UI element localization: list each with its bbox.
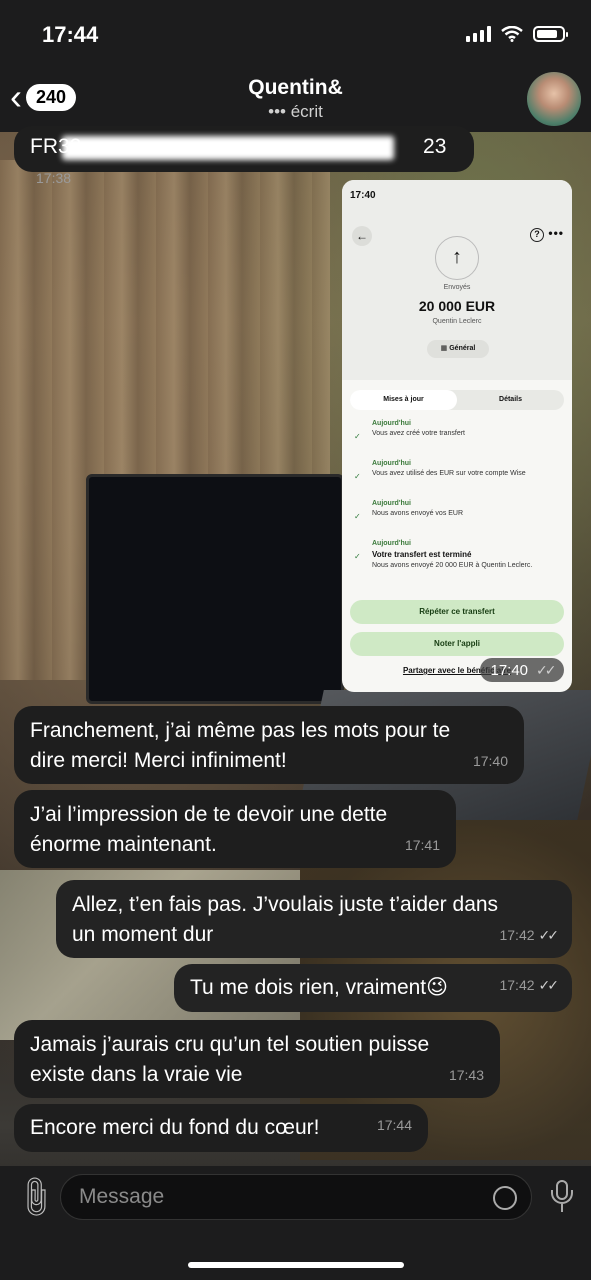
message-time: 17:40: [490, 661, 529, 679]
message-text-line: existe dans la vraie vie: [30, 1063, 243, 1086]
step-text: Vous avez utilisé des EUR sur votre comp…: [372, 470, 526, 477]
timeline-step: ✓ Aujourd'hui Nous avons envoyé vos EUR: [354, 500, 562, 540]
image-meta: 17:40 ✓✓: [480, 658, 564, 682]
contact-name: Quentin&: [248, 76, 343, 99]
home-indicator: [188, 1262, 404, 1268]
step-text: Vous avez créé votre transfert: [372, 430, 465, 437]
microphone-icon[interactable]: [551, 1180, 573, 1212]
status-time: 17:44: [42, 22, 99, 47]
paperclip-icon[interactable]: 📎︎: [9, 1172, 61, 1224]
message-text-line: dire merci! Merci infiniment!: [30, 749, 287, 772]
step-subtext: Nous avons envoyé 20 000 EUR à Quentin L…: [372, 562, 533, 569]
message-bubble[interactable]: Tu me dois rien, vraiment😉 17:42 ✓✓: [174, 964, 572, 1012]
rate-app-button: Noter l'appli: [350, 632, 564, 656]
tab-updates: Mises à jour: [350, 390, 457, 410]
message-time: 17:43: [448, 1067, 484, 1083]
message-bubble[interactable]: Franchement, j’ai même pas les mots pour…: [14, 706, 524, 784]
message-meta: 17:42 ✓✓: [499, 970, 560, 1000]
message-text-line: J’ai l’impression de te devoir une dette: [30, 803, 388, 826]
chat-header: ‹ 240 Quentin& ••• écrit: [0, 70, 591, 132]
message-time: 17:44: [376, 1117, 412, 1133]
timeline-step: ✓ Aujourd'hui Votre transfert est termin…: [354, 540, 562, 592]
status-icons: [466, 26, 568, 42]
transfer-status-label: Envoyés: [443, 284, 471, 291]
step-text: Votre transfert est terminé: [372, 550, 472, 559]
more-icon: •••: [548, 226, 564, 240]
transfer-amount: 20 000 EUR: [418, 298, 496, 314]
message-text-line: Franchement, j’ai même pas les mots pour…: [30, 719, 451, 742]
repeat-transfer-button: Répéter ce transfert: [350, 600, 564, 624]
message-text-line: énorme maintenant.: [30, 833, 217, 856]
message-bubble[interactable]: Allez, t’en fais pas. J’voulais juste t’…: [56, 880, 572, 958]
message-text-line: Jamais j’aurais cru qu’un tel soutien pu…: [30, 1033, 430, 1056]
message-bubble[interactable]: Jamais j’aurais cru qu’un tel soutien pu…: [14, 1020, 500, 1098]
battery-icon: [533, 26, 568, 42]
transfer-screenshot-image[interactable]: 17:40 ← ? ••• ↑ Envoyés 20 000 EUR Quent…: [342, 180, 572, 692]
transfer-recipient: Quentin Leclerc: [432, 318, 482, 325]
wallpaper-laptop: [86, 474, 344, 704]
status-bar: 17:44: [0, 0, 591, 70]
message-time: 17:42: [499, 977, 535, 993]
message-bubble[interactable]: Encore merci du fond du cœur! 17:44: [14, 1104, 428, 1152]
avatar[interactable]: [527, 72, 581, 126]
message-time: 17:40: [472, 753, 508, 769]
read-checks-icon: ✓✓: [538, 977, 560, 993]
message-time: 17:42: [499, 927, 535, 943]
arrow-left-icon: ←: [352, 226, 372, 246]
check-icon: ✓: [354, 512, 361, 521]
screenshot-tabs: Mises à jour Détails: [350, 390, 564, 410]
message-input[interactable]: Message: [60, 1174, 532, 1220]
message-text: Tu me dois rien, vraiment😉: [190, 976, 449, 999]
step-date: Aujourd'hui: [372, 500, 411, 507]
read-checks-icon: ✓✓: [538, 927, 560, 943]
screenshot-time: 17:40: [350, 190, 376, 201]
check-icon: ✓: [354, 432, 361, 441]
message-text: Encore merci du fond du cœur!: [30, 1116, 320, 1139]
help-icon: ?: [530, 228, 544, 242]
timeline-step: ✓ Aujourd'hui Vous avez créé votre trans…: [354, 420, 562, 460]
message-meta: 17:44: [377, 1110, 412, 1140]
message-time: 17:38: [36, 170, 72, 186]
message-text-line: un moment dur: [72, 923, 214, 946]
category-chip: ▦ Général: [427, 340, 489, 358]
sticker-icon[interactable]: [493, 1186, 517, 1210]
message-meta: 17:41: [405, 830, 440, 860]
transfer-summary: 17:40 ← ? ••• ↑ Envoyés 20 000 EUR Quent…: [342, 180, 572, 380]
tab-details: Détails: [499, 396, 522, 403]
message-meta: 17:40: [473, 746, 508, 776]
arrow-up-icon: ↑: [435, 236, 479, 280]
message-text-line: Allez, t’en fais pas. J’voulais juste t’…: [72, 893, 499, 916]
contact-info[interactable]: Quentin& ••• écrit: [0, 76, 591, 122]
message-input-placeholder: Message: [79, 1185, 165, 1208]
step-text: Nous avons envoyé vos EUR: [372, 510, 464, 517]
transfer-timeline: ✓ Aujourd'hui Vous avez créé votre trans…: [342, 410, 572, 592]
signal-icon: [466, 26, 491, 42]
step-date: Aujourd'hui: [372, 540, 411, 547]
step-date: Aujourd'hui: [372, 420, 411, 427]
wifi-icon: [501, 26, 523, 42]
redaction-mask: [62, 136, 394, 160]
check-icon: ✓: [354, 472, 361, 481]
step-date: Aujourd'hui: [372, 460, 411, 467]
message-text-end: 23: [423, 135, 447, 158]
message-bubble[interactable]: J’ai l’impression de te devoir une dette…: [14, 790, 456, 868]
message-meta: 17:42 ✓✓: [499, 920, 560, 950]
read-checks-icon: ✓✓: [536, 661, 557, 678]
message-meta: 17:43: [449, 1060, 484, 1090]
timeline-step: ✓ Aujourd'hui Vous avez utilisé des EUR …: [354, 460, 562, 500]
typing-status: ••• écrit: [268, 102, 323, 121]
check-icon: ✓: [354, 552, 361, 561]
message-time: 17:41: [404, 837, 440, 853]
